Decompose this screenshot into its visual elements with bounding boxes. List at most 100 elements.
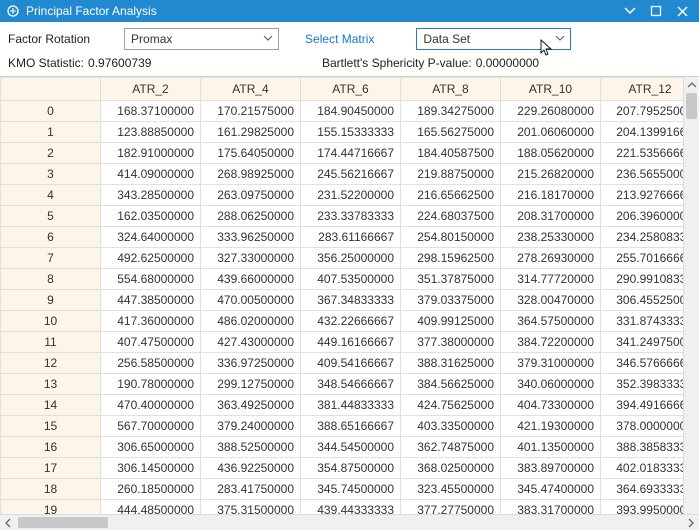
- data-cell[interactable]: 231.52200000: [301, 185, 401, 206]
- data-cell[interactable]: 236.56550000: [601, 164, 684, 185]
- table-row[interactable]: 15567.70000000379.24000000388.6516666740…: [1, 416, 684, 437]
- data-cell[interactable]: 170.21575000: [201, 101, 301, 122]
- data-cell[interactable]: 224.68037500: [401, 206, 501, 227]
- data-cell[interactable]: 233.33783333: [301, 206, 401, 227]
- data-cell[interactable]: 174.44716667: [301, 143, 401, 164]
- row-header[interactable]: 8: [1, 269, 101, 290]
- data-cell[interactable]: 394.49166667: [601, 395, 684, 416]
- data-cell[interactable]: 161.29825000: [201, 122, 301, 143]
- data-cell[interactable]: 379.31000000: [501, 353, 601, 374]
- data-cell[interactable]: 238.25330000: [501, 227, 601, 248]
- data-cell[interactable]: 362.74875000: [401, 437, 501, 458]
- data-cell[interactable]: 168.37100000: [101, 101, 201, 122]
- table-row[interactable]: 6324.64000000333.96250000283.61166667254…: [1, 227, 684, 248]
- data-cell[interactable]: 182.91000000: [101, 143, 201, 164]
- data-cell[interactable]: 234.25808333: [601, 227, 684, 248]
- data-cell[interactable]: 407.53500000: [301, 269, 401, 290]
- data-cell[interactable]: 354.87500000: [301, 458, 401, 479]
- data-cell[interactable]: 306.14500000: [101, 458, 201, 479]
- data-cell[interactable]: 352.39833333: [601, 374, 684, 395]
- data-cell[interactable]: 123.88850000: [101, 122, 201, 143]
- scroll-thumb[interactable]: [686, 93, 697, 119]
- scroll-track[interactable]: [16, 515, 683, 530]
- row-header[interactable]: 15: [1, 416, 101, 437]
- data-cell[interactable]: 407.47500000: [101, 332, 201, 353]
- data-cell[interactable]: 492.62500000: [101, 248, 201, 269]
- data-cell[interactable]: 567.70000000: [101, 416, 201, 437]
- table-row[interactable]: 11407.47500000427.43000000449.1616666737…: [1, 332, 684, 353]
- data-cell[interactable]: 206.39600000: [601, 206, 684, 227]
- scroll-thumb[interactable]: [18, 517, 108, 528]
- dataset-combo[interactable]: Data Set: [416, 28, 571, 50]
- data-cell[interactable]: 351.37875000: [401, 269, 501, 290]
- data-cell[interactable]: 327.33000000: [201, 248, 301, 269]
- col-header[interactable]: ATR_10: [501, 78, 601, 101]
- close-button[interactable]: [669, 1, 695, 21]
- row-header[interactable]: 12: [1, 353, 101, 374]
- col-header[interactable]: ATR_4: [201, 78, 301, 101]
- data-cell[interactable]: 486.02000000: [201, 311, 301, 332]
- data-cell[interactable]: 439.66000000: [201, 269, 301, 290]
- row-header[interactable]: 19: [1, 500, 101, 515]
- data-cell[interactable]: 427.43000000: [201, 332, 301, 353]
- row-header[interactable]: 6: [1, 227, 101, 248]
- data-cell[interactable]: 189.34275000: [401, 101, 501, 122]
- col-header[interactable]: ATR_6: [301, 78, 401, 101]
- table-row[interactable]: 8554.68000000439.66000000407.53500000351…: [1, 269, 684, 290]
- table-row[interactable]: 9447.38500000470.00500000367.34833333379…: [1, 290, 684, 311]
- data-cell[interactable]: 314.77720000: [501, 269, 601, 290]
- data-cell[interactable]: 439.44333333: [301, 500, 401, 515]
- table-row[interactable]: 17306.14500000436.92250000354.8750000036…: [1, 458, 684, 479]
- data-cell[interactable]: 388.65166667: [301, 416, 401, 437]
- data-cell[interactable]: 414.09000000: [101, 164, 201, 185]
- data-cell[interactable]: 331.87433333: [601, 311, 684, 332]
- table-row[interactable]: 2182.91000000175.64050000174.44716667184…: [1, 143, 684, 164]
- data-cell[interactable]: 424.75625000: [401, 395, 501, 416]
- row-header[interactable]: 18: [1, 479, 101, 500]
- data-cell[interactable]: 432.22666667: [301, 311, 401, 332]
- row-header[interactable]: 2: [1, 143, 101, 164]
- row-header[interactable]: 10: [1, 311, 101, 332]
- data-cell[interactable]: 417.36000000: [101, 311, 201, 332]
- data-cell[interactable]: 409.54166667: [301, 353, 401, 374]
- col-header[interactable]: ATR_8: [401, 78, 501, 101]
- scroll-track[interactable]: [684, 93, 699, 514]
- data-cell[interactable]: 175.64050000: [201, 143, 301, 164]
- col-header[interactable]: ATR_2: [101, 78, 201, 101]
- data-cell[interactable]: 162.03500000: [101, 206, 201, 227]
- data-cell[interactable]: 447.38500000: [101, 290, 201, 311]
- data-cell[interactable]: 260.18500000: [101, 479, 201, 500]
- data-cell[interactable]: 283.41750000: [201, 479, 301, 500]
- table-row[interactable]: 5162.03500000288.06250000233.33783333224…: [1, 206, 684, 227]
- row-header[interactable]: 9: [1, 290, 101, 311]
- table-row[interactable]: 1123.88850000161.29825000155.15333333165…: [1, 122, 684, 143]
- row-header[interactable]: 13: [1, 374, 101, 395]
- data-cell[interactable]: 421.19300000: [501, 416, 601, 437]
- data-cell[interactable]: 401.13500000: [501, 437, 601, 458]
- data-cell[interactable]: 470.00500000: [201, 290, 301, 311]
- data-cell[interactable]: 341.24975000: [601, 332, 684, 353]
- data-cell[interactable]: 384.56625000: [401, 374, 501, 395]
- data-cell[interactable]: 444.48500000: [101, 500, 201, 515]
- data-cell[interactable]: 288.06250000: [201, 206, 301, 227]
- data-cell[interactable]: 348.54666667: [301, 374, 401, 395]
- scroll-left-icon[interactable]: [0, 515, 16, 531]
- data-cell[interactable]: 215.26820000: [501, 164, 601, 185]
- data-cell[interactable]: 213.92766667: [601, 185, 684, 206]
- data-cell[interactable]: 364.69333333: [601, 479, 684, 500]
- data-cell[interactable]: 364.57500000: [501, 311, 601, 332]
- data-cell[interactable]: 245.56216667: [301, 164, 401, 185]
- row-header[interactable]: 0: [1, 101, 101, 122]
- data-cell[interactable]: 298.15962500: [401, 248, 501, 269]
- data-cell[interactable]: 184.40587500: [401, 143, 501, 164]
- data-cell[interactable]: 340.06000000: [501, 374, 601, 395]
- data-cell[interactable]: 219.88750000: [401, 164, 501, 185]
- select-matrix-link[interactable]: Select Matrix: [305, 32, 374, 46]
- data-cell[interactable]: 323.45500000: [401, 479, 501, 500]
- data-cell[interactable]: 263.09750000: [201, 185, 301, 206]
- data-cell[interactable]: 384.72200000: [501, 332, 601, 353]
- data-cell[interactable]: 449.16166667: [301, 332, 401, 353]
- data-cell[interactable]: 402.01833333: [601, 458, 684, 479]
- data-cell[interactable]: 208.31700000: [501, 206, 601, 227]
- data-cell[interactable]: 333.96250000: [201, 227, 301, 248]
